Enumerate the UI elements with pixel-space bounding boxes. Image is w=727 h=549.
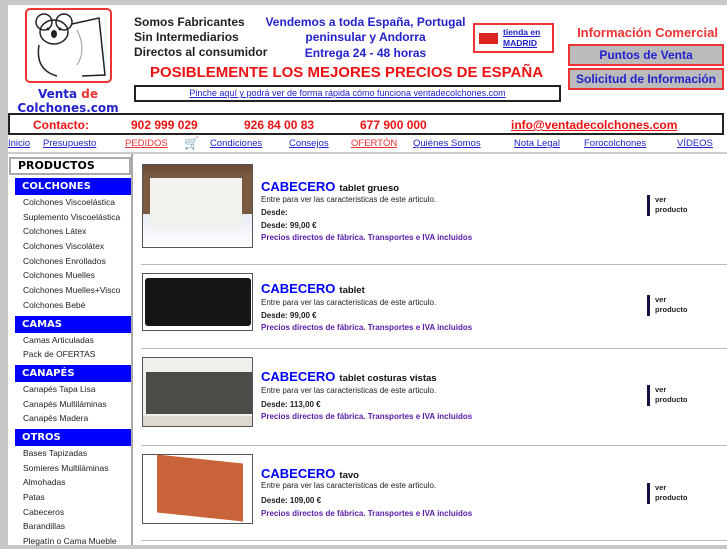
info-title: Información Comercial	[577, 25, 718, 40]
koala-icon	[35, 13, 106, 77]
product-image[interactable]	[142, 164, 253, 248]
product-price: Desde: 99,00 €	[261, 311, 317, 320]
product-note: Precios directos de fábrica. Transportes…	[261, 323, 473, 332]
product-desc: Entre para ver las caracteristicas de es…	[261, 298, 437, 307]
phone: 677 900 000	[360, 118, 427, 132]
product-title[interactable]: CABECERO tablet grueso	[261, 178, 399, 196]
product-note: Precios directos de fábrica. Transportes…	[261, 509, 473, 518]
solicitud-informacion-button[interactable]: Solicitud de Información	[568, 68, 724, 90]
slogan: Somos Fabricantes	[134, 15, 245, 29]
sidebar-item[interactable]: Colchones Látex	[8, 224, 131, 239]
product-price: Desde: 113,00 €	[261, 400, 321, 409]
sidebar: PRODUCTOS COLCHONES Colchones Viscoelást…	[8, 154, 133, 546]
nav-consejos[interactable]: Consejos	[289, 138, 329, 149]
sidebar-item[interactable]: Cabeceros	[8, 505, 131, 520]
sidebar-item[interactable]: Canapés Multiláminas	[8, 397, 131, 412]
email-link[interactable]: info@ventadecolchones.com	[511, 118, 677, 132]
divider	[141, 348, 727, 349]
product-title[interactable]: CABECERO tablet costuras vistas	[261, 368, 437, 386]
koala-logo[interactable]	[25, 8, 112, 83]
slogan: Directos al consumidor	[134, 45, 268, 59]
category-camas[interactable]: CAMAS	[15, 315, 131, 333]
nav-quienes-somos[interactable]: Quiénes Somos	[413, 138, 481, 149]
product-price: Desde: 109,00 €	[261, 496, 322, 505]
headline: POSIBLEMENTE LOS MEJORES PRECIOS DE ESPA…	[149, 64, 544, 81]
nav-oferton[interactable]: OFERTÓN	[351, 138, 397, 149]
products-heading: PRODUCTOS	[9, 157, 131, 175]
sidebar-item[interactable]: Colchones Muelles+Visco	[8, 283, 131, 298]
sidebar-item[interactable]: Canapés Tapa Lisa	[8, 382, 131, 397]
product-note: Precios directos de fábrica. Transportes…	[261, 412, 473, 421]
slogan: Sin Intermediarios	[134, 30, 239, 44]
sidebar-item[interactable]: Camas Articuladas	[8, 333, 131, 348]
puntos-de-venta-button[interactable]: Puntos de Venta	[568, 44, 724, 66]
category-otros[interactable]: OTROS	[15, 428, 131, 446]
nav-inicio[interactable]: Inicio	[8, 138, 30, 149]
contact-label: Contacto:	[33, 118, 89, 132]
sidebar-item[interactable]: Patas	[8, 490, 131, 505]
ver-producto-link[interactable]: ver producto	[647, 195, 688, 216]
sidebar-item[interactable]: Almohadas	[8, 475, 131, 490]
divider	[141, 540, 727, 541]
sidebar-item[interactable]: Colchones Bebé	[8, 298, 131, 313]
product-image[interactable]	[142, 357, 253, 427]
madrid-store-text[interactable]: tienda en MADRID	[503, 27, 540, 49]
page: Venta de Colchones.com Somos Fabricantes…	[8, 5, 727, 546]
product-price: Desde: 99,00 €	[261, 221, 317, 230]
product-desc: Entre para ver las caracteristicas de es…	[261, 195, 437, 204]
sidebar-item[interactable]: Colchones Viscoelástica	[8, 195, 131, 210]
product-desc: Entre para ver las caracteristicas de es…	[261, 481, 437, 490]
sidebar-item[interactable]: Barandillas	[8, 519, 131, 534]
nav-bar: Inicio Presupuesto PEDIDOS 🛒 Condiciones…	[8, 136, 727, 152]
product-desc: Entre para ver las caracteristicas de es…	[261, 386, 437, 395]
cart-icon[interactable]: 🛒	[184, 136, 199, 150]
ver-producto-link[interactable]: ver producto	[647, 385, 688, 406]
nav-presupuesto[interactable]: Presupuesto	[43, 138, 96, 149]
madrid-store-link[interactable]: tienda en MADRID	[473, 23, 554, 53]
nav-forocolchones[interactable]: Forocolchones	[584, 138, 646, 149]
category-canapes[interactable]: CANAPÉS	[15, 364, 131, 382]
sidebar-item[interactable]: Pack de OFERTAS	[8, 347, 131, 362]
madrid-flag-icon	[479, 33, 498, 44]
shipping-text: Entrega 24 - 48 horas	[304, 46, 427, 60]
sidebar-item[interactable]: Suplemento Viscoelástica	[8, 210, 131, 225]
product-title[interactable]: CABECERO tablet	[261, 280, 365, 298]
nav-pedidos[interactable]: PEDIDOS	[125, 138, 168, 149]
divider	[141, 264, 727, 265]
how-it-works-link[interactable]: Pinche aquí y podrá ver de forma rápida …	[189, 88, 505, 98]
phone: 902 999 029	[131, 118, 198, 132]
divider	[141, 445, 727, 446]
logo-text: Venta de Colchones.com	[17, 87, 119, 115]
ver-producto-link[interactable]: ver producto	[647, 295, 688, 316]
product-note: Precios directos de fábrica. Transportes…	[261, 233, 473, 242]
sidebar-item[interactable]: Colchones Muelles	[8, 268, 131, 283]
sidebar-item[interactable]: Bases Tapizadas	[8, 446, 131, 461]
product-image[interactable]	[142, 273, 253, 331]
shipping-text: Vendemos a toda España, Portugal	[265, 15, 466, 29]
how-it-works-box: Pinche aquí y podrá ver de forma rápida …	[134, 85, 561, 102]
nav-nota-legal[interactable]: Nota Legal	[514, 138, 560, 149]
contact-bar: Contacto: 902 999 029 926 84 00 83 677 9…	[8, 113, 724, 135]
ver-producto-link[interactable]: ver producto	[647, 483, 688, 504]
category-colchones[interactable]: COLCHONES	[15, 178, 131, 195]
nav-condiciones[interactable]: Condiciones	[210, 138, 262, 149]
shipping-text: peninsular y Andorra	[305, 30, 426, 44]
sidebar-item[interactable]: Colchones Viscolátex	[8, 239, 131, 254]
sidebar-item[interactable]: Colchones Enrollados	[8, 254, 131, 269]
sidebar-item[interactable]: Plegatín o Cama Mueble	[8, 534, 131, 549]
product-image[interactable]	[142, 454, 253, 524]
sidebar-item[interactable]: Somieres Multiláminas	[8, 461, 131, 476]
product-desde: Desde:	[261, 208, 288, 217]
phone: 926 84 00 83	[244, 118, 315, 132]
sidebar-item[interactable]: Canapés Madera	[8, 411, 131, 426]
nav-videos[interactable]: VÍDEOS	[677, 138, 713, 149]
